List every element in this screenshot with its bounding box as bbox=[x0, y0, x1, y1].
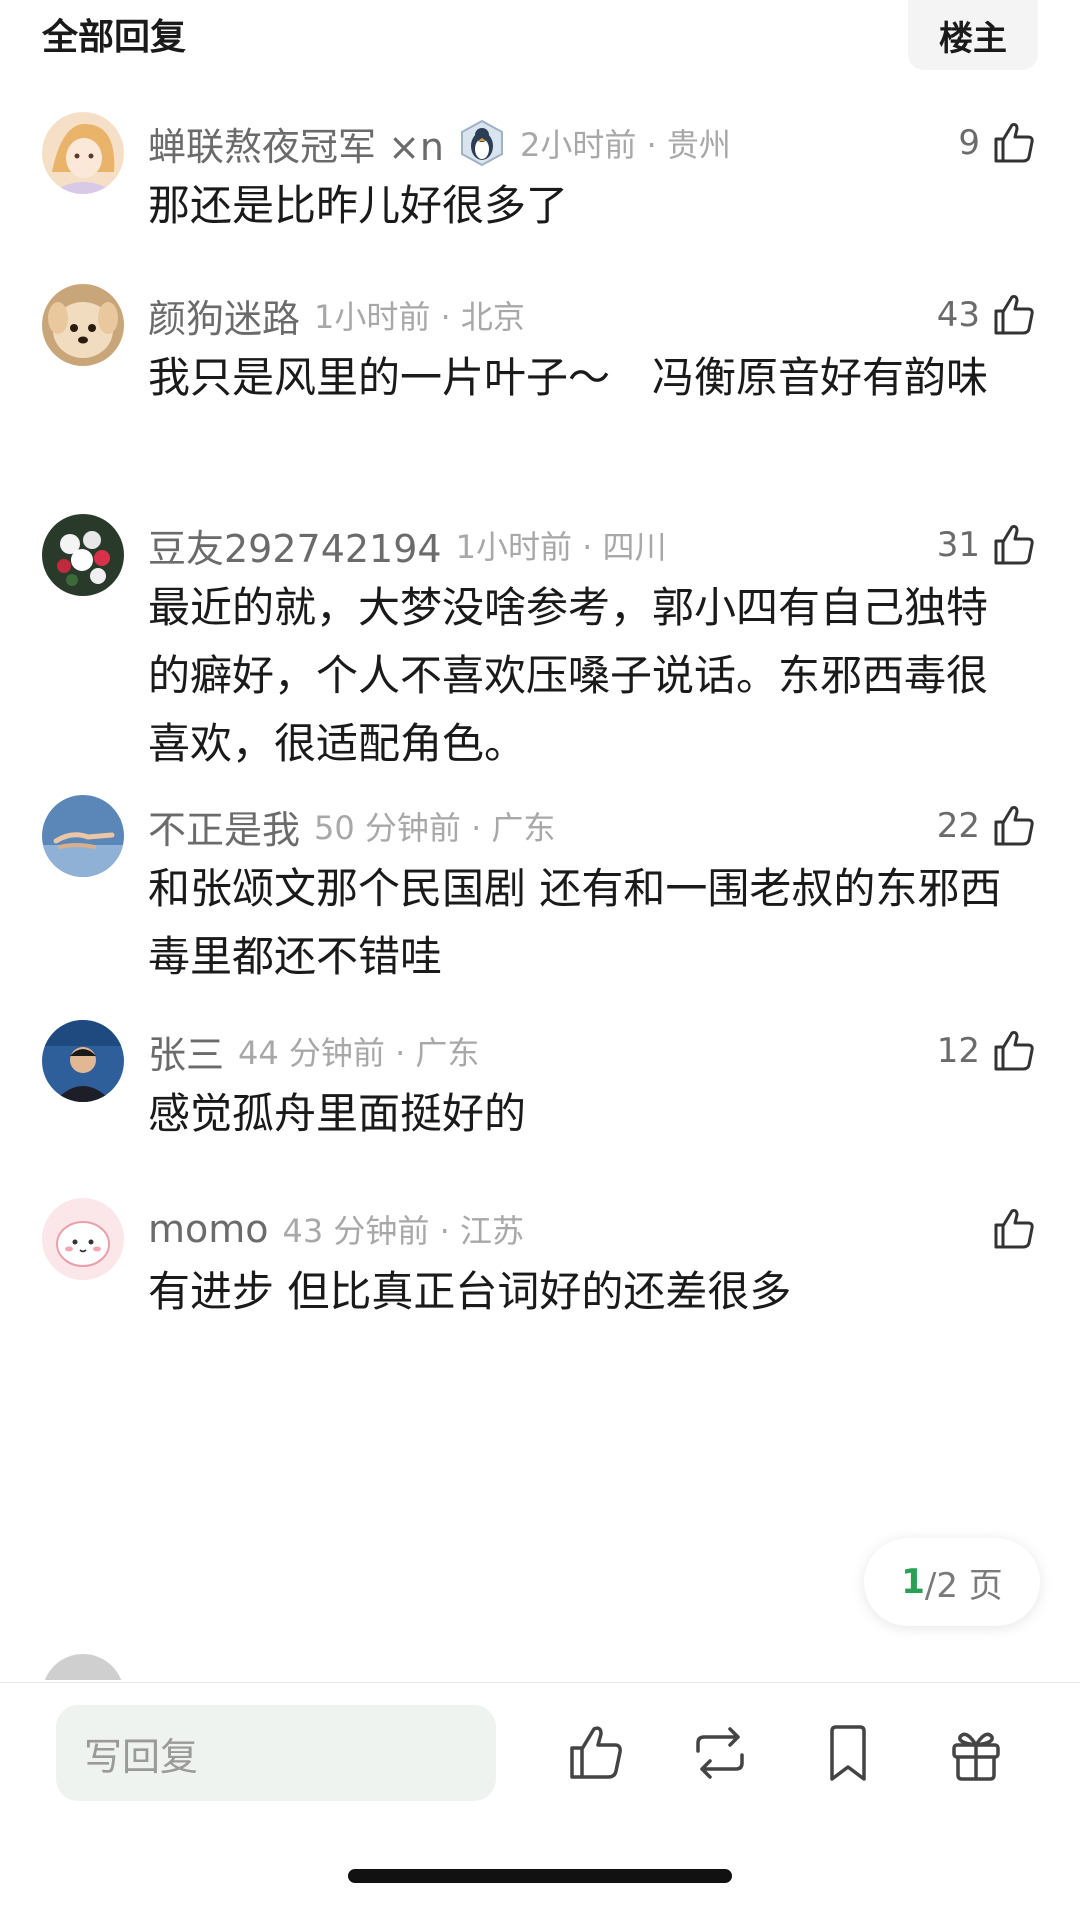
partial-comment-item bbox=[0, 1654, 1080, 1680]
comment-meta: 张三 44 分钟前 · 广东 bbox=[148, 1024, 479, 1078]
comment-text: 有进步 但比真正台词好的还差很多 bbox=[148, 1267, 792, 1316]
comment-time-location: 1小时前 · 北京 bbox=[314, 298, 525, 336]
comment-time-location: 2小时前 · 贵州 bbox=[520, 126, 731, 164]
comment-item[interactable]: 不正是我 50 分钟前 · 广东 22 和张颂文那个民国剧 还有和一围老叔的东邪… bbox=[0, 795, 1080, 981]
comment-page: 蝉联熬夜冠军 ×n 2小时前 · 贵州 9 那还是比昨儿好很多了 颜狗迷路 1小… bbox=[0, 0, 1080, 1911]
thumbs-up-icon bbox=[994, 295, 1034, 335]
thumbs-up-icon bbox=[994, 806, 1034, 846]
like-button[interactable]: 31 bbox=[937, 516, 1038, 574]
username[interactable]: 颜狗迷路 bbox=[148, 288, 300, 343]
like-count: 12 bbox=[936, 1031, 980, 1071]
username[interactable]: 不正是我 bbox=[148, 799, 300, 854]
comment-meta: 颜狗迷路 1小时前 · 北京 bbox=[148, 288, 525, 342]
like-button[interactable]: 9 bbox=[958, 114, 1038, 172]
penguin-badge-icon bbox=[458, 119, 506, 167]
reply-input[interactable]: 写回复 bbox=[56, 1705, 496, 1801]
bottom-action-bar: 写回复 bbox=[0, 1682, 1080, 1911]
avatar[interactable] bbox=[42, 514, 124, 596]
comment-meta: momo 43 分钟前 · 江苏 bbox=[148, 1202, 524, 1256]
comment-item[interactable]: 豆友292742194 1小时前 · 四川 31 最近的就，大梦没啥参考，郭小四… bbox=[0, 514, 1080, 768]
comment-time-location: 1小时前 · 四川 bbox=[455, 528, 667, 566]
like-count: 9 bbox=[958, 123, 980, 163]
username[interactable]: 张三 bbox=[148, 1024, 224, 1079]
username[interactable]: 豆友292742194 bbox=[148, 518, 442, 573]
comment-text: 那还是比昨儿好很多了 bbox=[148, 181, 569, 230]
page-current: 1 bbox=[901, 1562, 925, 1602]
thumbs-up-icon bbox=[994, 1031, 1034, 1071]
comment-text: 最近的就，大梦没啥参考，郭小四有自己独特的癖好，个人不喜欢压嗓子说话。东邪西毒很… bbox=[148, 583, 989, 768]
username[interactable]: 蝉联熬夜冠军 ×n bbox=[148, 116, 444, 171]
like-count: 31 bbox=[936, 525, 980, 565]
like-button[interactable]: 22 bbox=[937, 797, 1038, 855]
header: 全部回复 楼主 bbox=[0, 0, 1080, 72]
like-button[interactable]: 43 bbox=[937, 286, 1038, 344]
comment-text: 感觉孤舟里面挺好的 bbox=[148, 1089, 527, 1138]
gift-icon[interactable] bbox=[944, 1721, 1008, 1785]
comment-item[interactable]: 张三 44 分钟前 · 广东 12 感觉孤舟里面挺好的 bbox=[0, 1020, 1080, 1140]
comment-item[interactable]: 蝉联熬夜冠军 ×n 2小时前 · 贵州 9 那还是比昨儿好很多了 bbox=[0, 112, 1080, 232]
pagination-indicator[interactable]: 1 /2 页 bbox=[864, 1538, 1040, 1626]
home-indicator bbox=[348, 1869, 732, 1883]
thumbs-up-icon[interactable] bbox=[564, 1721, 628, 1785]
comment-item[interactable]: momo 43 分钟前 · 江苏 有进步 但比真正台词好的还差很多 bbox=[0, 1198, 1080, 1328]
avatar[interactable] bbox=[42, 284, 124, 366]
thumbs-up-icon bbox=[994, 123, 1034, 163]
like-button[interactable] bbox=[980, 1200, 1038, 1258]
repost-icon[interactable] bbox=[688, 1721, 752, 1785]
like-button[interactable]: 12 bbox=[937, 1022, 1038, 1080]
avatar[interactable] bbox=[42, 1020, 124, 1102]
comment-meta: 豆友292742194 1小时前 · 四川 bbox=[148, 518, 666, 572]
comment-item[interactable]: 颜狗迷路 1小时前 · 北京 43 我只是风里的一片叶子～ 冯衡原音好有韵味 bbox=[0, 284, 1080, 454]
username[interactable]: momo bbox=[148, 1207, 269, 1251]
page-total: /2 页 bbox=[924, 1565, 1003, 1606]
comment-time-location: 44 分钟前 · 广东 bbox=[238, 1034, 480, 1072]
op-only-button[interactable]: 楼主 bbox=[908, 0, 1038, 70]
comment-text: 和张颂文那个民国剧 还有和一围老叔的东邪西毒里都还不错哇 bbox=[148, 864, 1002, 981]
comment-list: 蝉联熬夜冠军 ×n 2小时前 · 贵州 9 那还是比昨儿好很多了 颜狗迷路 1小… bbox=[0, 0, 1080, 1680]
thumbs-up-icon bbox=[994, 525, 1034, 565]
thumbs-up-icon bbox=[994, 1209, 1034, 1249]
like-count: 22 bbox=[936, 806, 980, 846]
like-count: 43 bbox=[936, 295, 980, 335]
comment-time-location: 43 分钟前 · 江苏 bbox=[282, 1212, 524, 1250]
page-title: 全部回复 bbox=[42, 17, 187, 58]
comment-time-location: 50 分钟前 · 广东 bbox=[314, 809, 556, 847]
avatar[interactable] bbox=[42, 112, 124, 194]
avatar[interactable] bbox=[42, 1198, 124, 1280]
comment-meta: 蝉联熬夜冠军 ×n 2小时前 · 贵州 bbox=[148, 116, 731, 170]
comment-meta: 不正是我 50 分钟前 · 广东 bbox=[148, 799, 555, 853]
bookmark-icon[interactable] bbox=[816, 1721, 880, 1785]
avatar[interactable] bbox=[42, 795, 124, 877]
comment-text: 我只是风里的一片叶子～ 冯衡原音好有韵味 bbox=[148, 353, 989, 402]
